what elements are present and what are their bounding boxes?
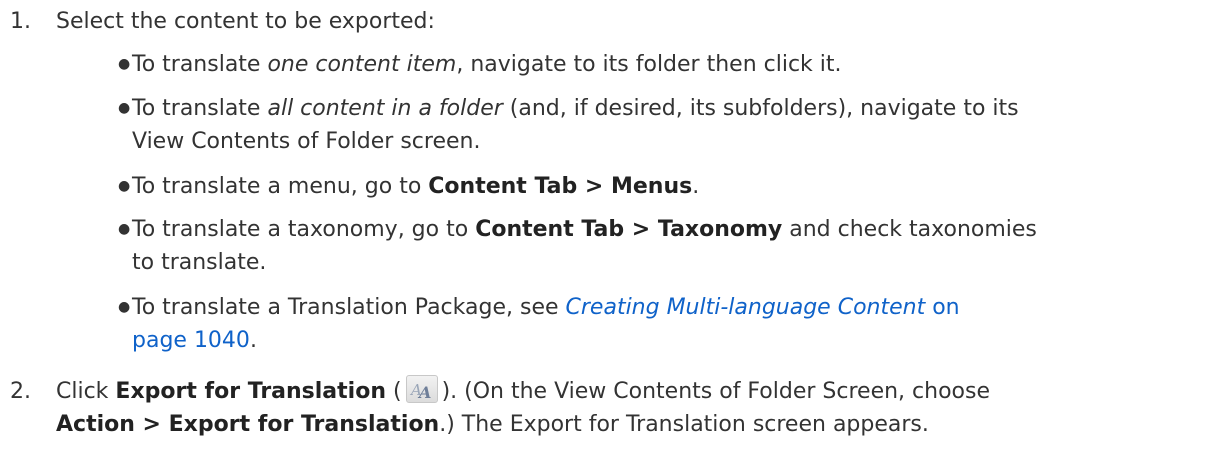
link-title[interactable]: Creating Multi-language Content	[566, 295, 926, 320]
step-number: 1.	[10, 9, 31, 34]
menu-path: Action > Export for Translation	[56, 412, 440, 437]
document-page: 1. Select the content to be exported: ● …	[0, 0, 1226, 453]
menu-path: Content Tab > Menus	[428, 174, 693, 199]
bullet-text: To translate a Translation Package, see	[132, 295, 566, 320]
creating-multilanguage-content-link[interactable]: Creating Multi-language Content on	[566, 295, 960, 320]
bullet-text: To translate	[132, 96, 268, 121]
bullet-text: .	[249, 328, 257, 353]
bullet-emphasis: all content in a folder	[267, 96, 503, 121]
bullet-text: and check taxonomies	[782, 217, 1037, 242]
step-text: Click Export for Translation (A A). (On t…	[56, 375, 990, 441]
button-name: Export for Translation	[115, 379, 386, 404]
step-text-part: Click	[56, 379, 116, 404]
svg-text:A: A	[417, 383, 431, 400]
bullet-icon: ●	[118, 299, 131, 315]
bullet-icon: ●	[118, 56, 131, 72]
page-reference-link[interactable]: page 1040	[132, 328, 250, 353]
step-number: 2.	[10, 379, 31, 404]
link-text[interactable]: on	[925, 295, 959, 320]
bullet-icon: ●	[118, 100, 131, 116]
menu-path: Content Tab > Taxonomy	[475, 217, 783, 242]
bullet-emphasis: one content item	[267, 52, 457, 77]
step-text-part: .) The Export for Translation screen app…	[439, 412, 929, 437]
bullet-text: .	[692, 174, 700, 199]
bullet-text: To translate a taxonomy, go to	[132, 217, 476, 242]
bullet-icon: ●	[118, 221, 131, 237]
bullet-text: To translate a menu, go to	[132, 174, 429, 199]
step-text: Select the content to be exported:	[56, 9, 435, 34]
bullet-text: (and, if desired, its subfolders), navig…	[502, 96, 1019, 121]
step-text-part: (	[386, 379, 402, 404]
export-for-translation-icon: AA	[405, 375, 438, 403]
bullet-text: View Contents of Folder screen.	[132, 129, 481, 154]
bullet-text: to translate.	[132, 250, 267, 275]
step-text-part: ). (On the View Contents of Folder Scree…	[441, 379, 990, 404]
bullet-text: To translate	[132, 52, 268, 77]
bullet-text: , navigate to its folder then click it.	[456, 52, 842, 77]
bullet-icon: ●	[118, 178, 131, 194]
